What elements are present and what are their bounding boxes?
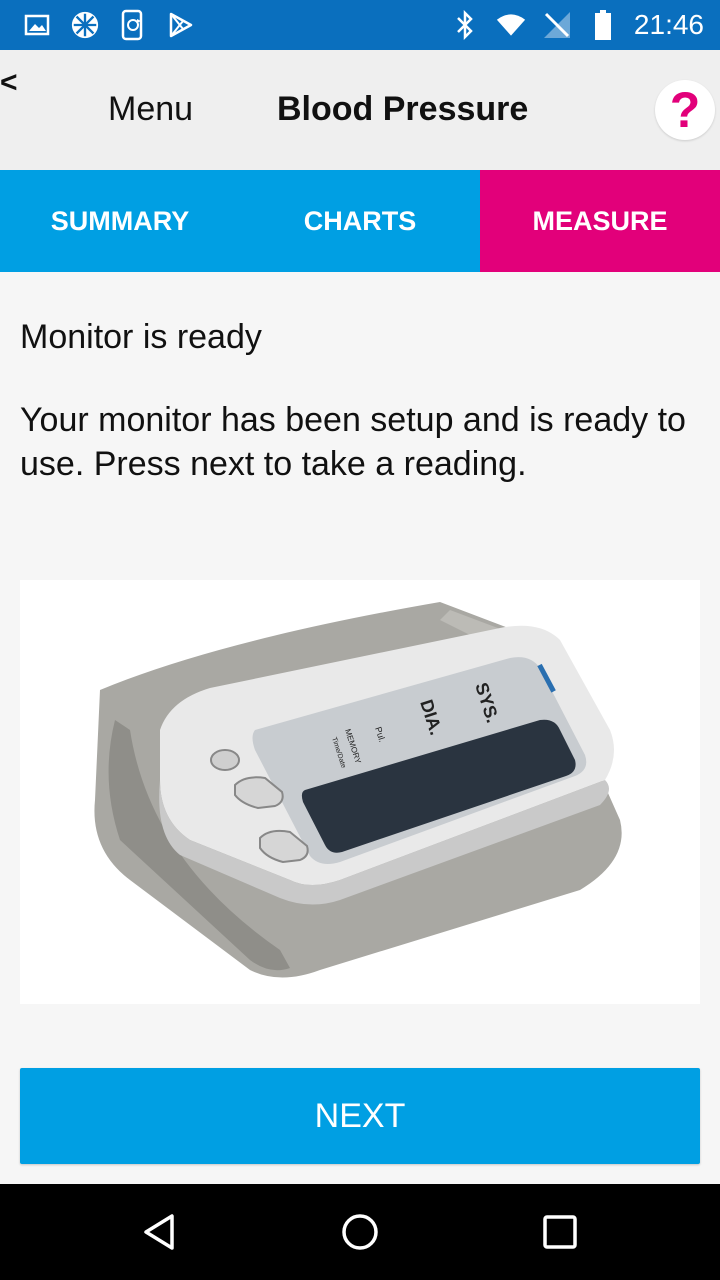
no-signal-icon [542,9,572,41]
play-store-icon [166,9,196,41]
gallery-icon [22,9,52,41]
network-app-icon [70,9,100,41]
help-icon: ? [669,82,701,138]
status-bar: 21:46 [0,0,720,50]
tab-charts[interactable]: CHARTS [240,170,480,272]
blood-pressure-monitor-image: SYS. DIA. Pul. MEMORY Time/Date [20,580,700,1004]
recents-square-icon[interactable] [536,1208,584,1256]
page-title: Blood Pressure [277,90,529,128]
tab-summary[interactable]: SUMMARY [0,170,240,272]
back-triangle-icon[interactable] [136,1208,184,1256]
phone-sync-icon [118,9,148,41]
tab-bar: SUMMARY CHARTS MEASURE [0,170,720,272]
help-button[interactable]: ? [655,80,715,140]
bluetooth-icon [450,9,480,41]
status-time: 21:46 [633,9,704,40]
tab-measure[interactable]: MEASURE [480,170,720,272]
wifi-icon [496,9,526,41]
instruction-text: Your monitor has been setup and is ready… [20,401,686,483]
menu-button[interactable]: Menu [108,90,193,129]
back-button[interactable]: < [0,68,30,102]
next-button[interactable]: NEXT [20,1068,700,1164]
home-circle-icon[interactable] [336,1208,384,1256]
app-bar: < Menu Blood Pressure ? [0,50,720,170]
navigation-bar [0,1184,720,1280]
status-heading: Monitor is ready [20,318,262,356]
battery-icon [588,9,618,41]
